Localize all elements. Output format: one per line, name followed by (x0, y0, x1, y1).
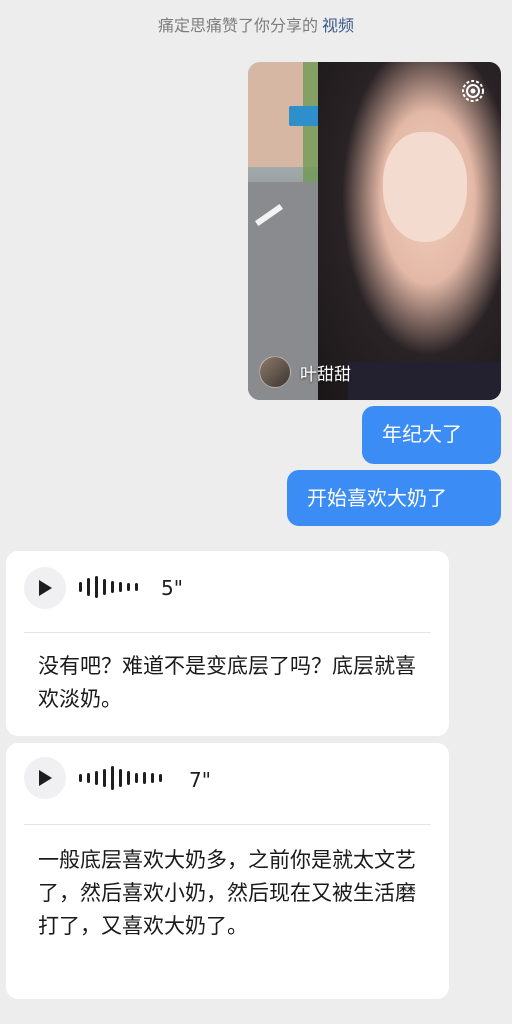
sent-message-bubble[interactable]: 年纪大了 (362, 406, 501, 464)
author-name[interactable]: 叶甜甜 (300, 360, 351, 385)
sent-message-bubble[interactable]: 开始喜欢大奶了 (287, 470, 501, 526)
divider (24, 632, 431, 633)
divider (24, 824, 431, 825)
video-link[interactable]: 视频 (322, 16, 354, 35)
voice-duration: 7" (189, 768, 211, 792)
video-thumbnail (248, 62, 501, 400)
author-avatar[interactable] (259, 356, 291, 388)
voice-message-card[interactable]: 5" 没有吧？难道不是变底层了吗？底层就喜欢淡奶。 (6, 551, 449, 736)
voice-message-card[interactable]: 7" 一般底层喜欢大奶多，之前你是就太文艺了，然后喜欢小奶，然后现在又被生活磨打… (6, 743, 449, 999)
audio-waveform (79, 576, 138, 598)
play-icon (39, 580, 52, 596)
audio-waveform (79, 766, 162, 790)
play-button[interactable] (24, 757, 66, 799)
notice-text: 痛定思痛赞了你分享的 (157, 16, 318, 35)
like-notice: 痛定思痛赞了你分享的 视频 (0, 12, 512, 36)
settings-ring-icon[interactable] (459, 77, 487, 105)
voice-transcript: 没有吧？难道不是变底层了吗？底层就喜欢淡奶。 (38, 654, 416, 711)
shared-video-card[interactable]: 叶甜甜 (248, 62, 501, 400)
play-button[interactable] (24, 567, 66, 609)
voice-duration: 5" (161, 576, 183, 600)
voice-transcript: 一般底层喜欢大奶多，之前你是就太文艺了，然后喜欢小奶，然后现在又被生活磨打了，又… (38, 848, 416, 938)
play-icon (39, 770, 52, 786)
